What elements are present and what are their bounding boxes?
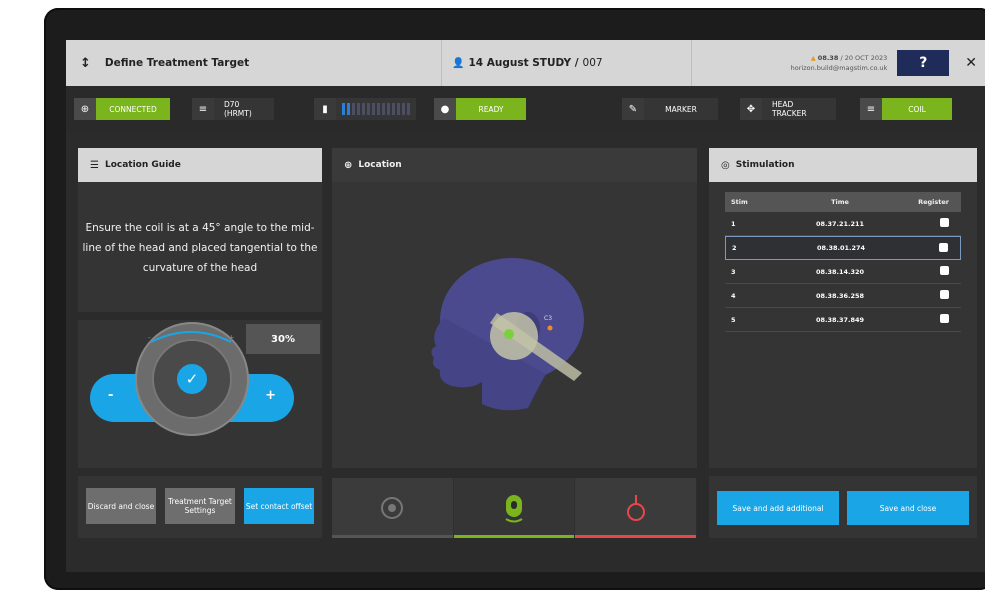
table-header: Stim Time Register [725, 192, 961, 212]
coil-model-status[interactable]: ≡ D70 (HRMT) [192, 98, 274, 120]
title-section: ↕ Define Treatment Target [66, 40, 442, 86]
app-screen: ↕ Define Treatment Target 👤 14 August ST… [66, 40, 985, 572]
coil-position-icon [505, 495, 523, 523]
user-icon: 👤 [452, 57, 465, 69]
pencil-icon: ✎ [622, 98, 644, 120]
session-section: ▲ 08.38 / 20 OCT 2023 horizon.build@mags… [692, 40, 985, 86]
confirm-check-icon[interactable]: ✓ [177, 364, 207, 394]
table-row[interactable]: 1 08.37.21.211 [725, 212, 961, 236]
stimulation-header: ◎ Stimulation [709, 148, 977, 182]
svg-text:+: + [228, 333, 235, 342]
increase-button[interactable]: + [265, 388, 276, 403]
svg-text:-: - [148, 333, 151, 342]
intensity-value: 30% [246, 324, 320, 354]
stimulation-table: Stim Time Register 1 08.37.21.211 2 08.3… [725, 192, 961, 332]
mode-contact[interactable] [575, 478, 698, 538]
head-tracker-button[interactable]: ✥ HEAD TRACKER [740, 98, 836, 120]
target-icon [381, 497, 404, 519]
marker-label: C3 [544, 315, 552, 322]
sort-arrows-icon[interactable]: ↕ [80, 56, 91, 71]
study-id: 007 [582, 57, 603, 69]
thermometer-icon: ▮ [314, 98, 336, 120]
warning-icon: ▲ [810, 54, 816, 62]
temperature-status[interactable]: ▮ [314, 98, 416, 120]
study-section: 👤 14 August STUDY / 007 [442, 40, 692, 86]
register-checkbox[interactable] [940, 218, 949, 227]
crosshair-icon: ⊕ [74, 98, 96, 120]
connection-status[interactable]: ⊕ CONNECTED [74, 98, 170, 120]
temperature-meter [336, 98, 416, 120]
register-checkbox[interactable] [940, 266, 949, 275]
status-bar: ⊕ CONNECTED ≡ D70 (HRMT) ▮ ● READY ✎ MAR… [66, 86, 985, 132]
register-checkbox[interactable] [939, 242, 948, 252]
coil-icon: ≡ [192, 98, 214, 120]
table-row[interactable]: 3 08.38.14.320 [725, 260, 961, 284]
target-icon: ◎ [721, 159, 730, 171]
table-row[interactable]: 2 08.38.01.274 [725, 236, 961, 260]
guide-instruction: Ensure the coil is at a 45° angle to the… [82, 222, 318, 274]
ready-status[interactable]: ● READY [434, 98, 526, 120]
mode-coil[interactable] [453, 478, 576, 538]
marker-button[interactable]: ✎ MARKER [622, 98, 718, 120]
location-guide-header: ☰ Location Guide [78, 148, 322, 182]
target-settings-button[interactable]: Treatment Target Settings [165, 488, 235, 524]
register-checkbox[interactable] [940, 290, 949, 299]
session-time: 08.38 [817, 54, 839, 62]
coil-icon: ≡ [860, 98, 882, 120]
study-name: 14 August STUDY / [468, 57, 579, 69]
move-icon: ✥ [740, 98, 762, 120]
page-title: Define Treatment Target [104, 57, 250, 69]
contact-offset-button[interactable]: Set contact offset [244, 488, 314, 524]
decrease-button[interactable]: - [108, 388, 113, 403]
title-bar: ↕ Define Treatment Target 👤 14 August ST… [66, 40, 985, 86]
mode-target[interactable] [332, 478, 454, 538]
coil-status[interactable]: ≡ COIL [860, 98, 952, 120]
help-button[interactable]: ? [897, 50, 950, 76]
discard-button[interactable]: Discard and close [86, 488, 156, 524]
save-close-button[interactable]: Save and close [847, 491, 969, 525]
power-icon: ● [434, 98, 456, 120]
close-icon[interactable]: ✕ [965, 55, 977, 71]
table-row[interactable]: 5 08.38.37.849 [725, 308, 961, 332]
contact-ring-icon [626, 495, 645, 521]
register-checkbox[interactable] [940, 314, 949, 323]
table-row[interactable]: 4 08.38.36.258 [725, 284, 961, 308]
session-info: ▲ 08.38 / 20 OCT 2023 horizon.build@mags… [791, 53, 888, 73]
dial-arc-indicator: - + [148, 331, 235, 343]
session-date: / 20 OCT 2023 [840, 54, 888, 62]
list-icon: ☰ [90, 159, 99, 171]
save-add-button[interactable]: Save and add additional [717, 491, 839, 525]
host-address: horizon.build@magstim.co.uk [790, 64, 888, 72]
view-mode-tabs [332, 478, 698, 538]
head-model: C3 [431, 258, 584, 411]
